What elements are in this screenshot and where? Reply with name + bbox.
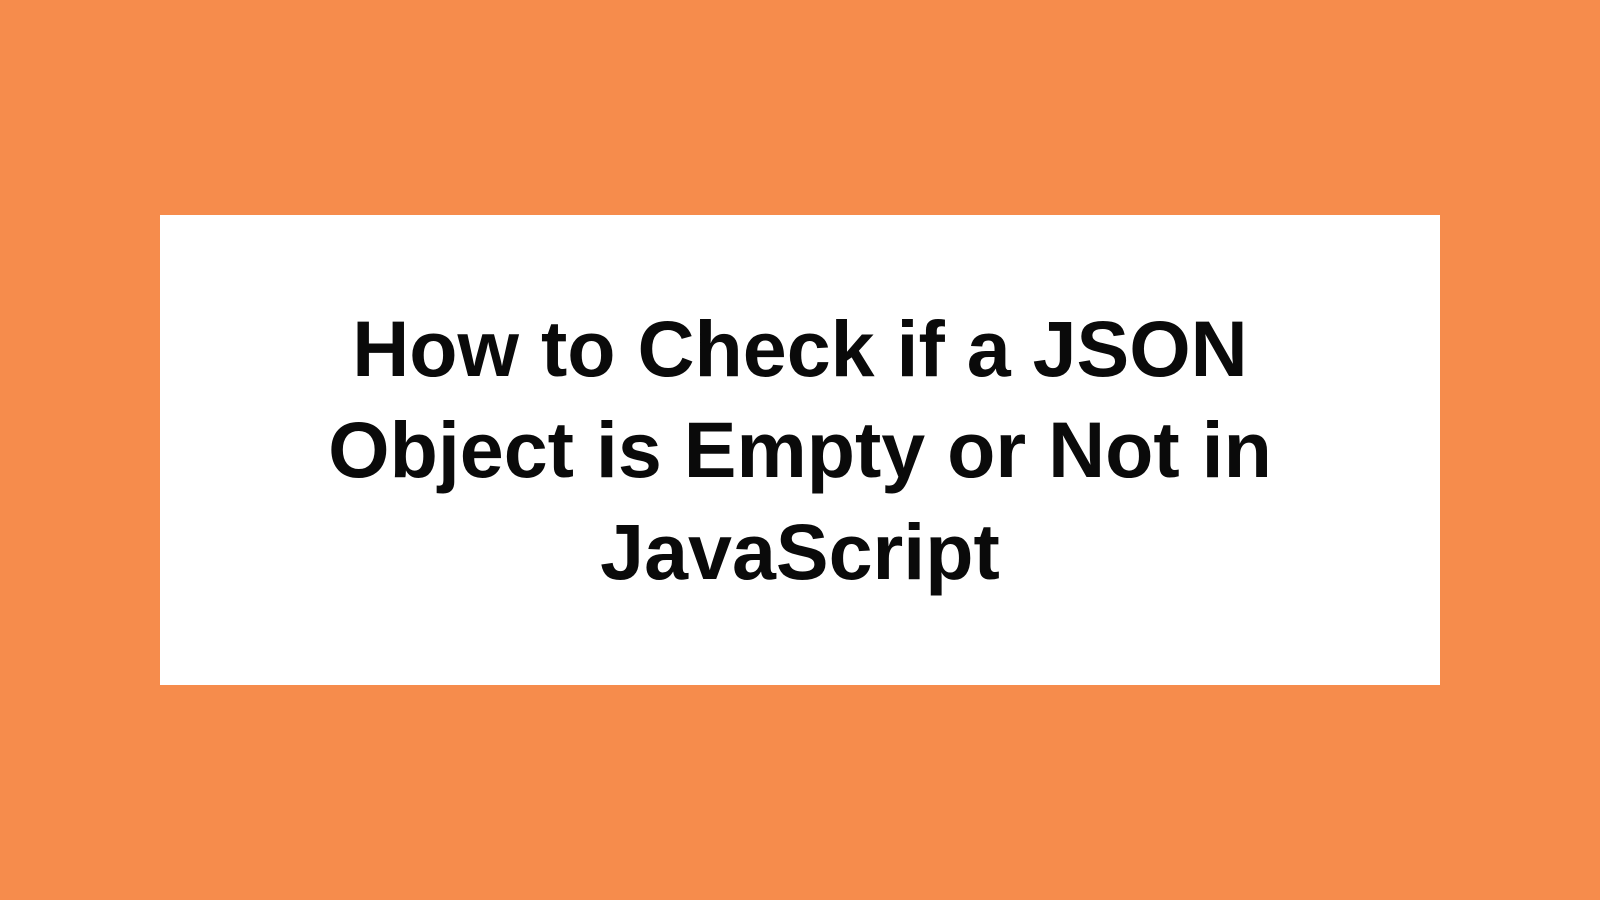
title-card: How to Check if a JSON Object is Empty o… bbox=[160, 215, 1440, 685]
page-title: How to Check if a JSON Object is Empty o… bbox=[240, 298, 1360, 601]
